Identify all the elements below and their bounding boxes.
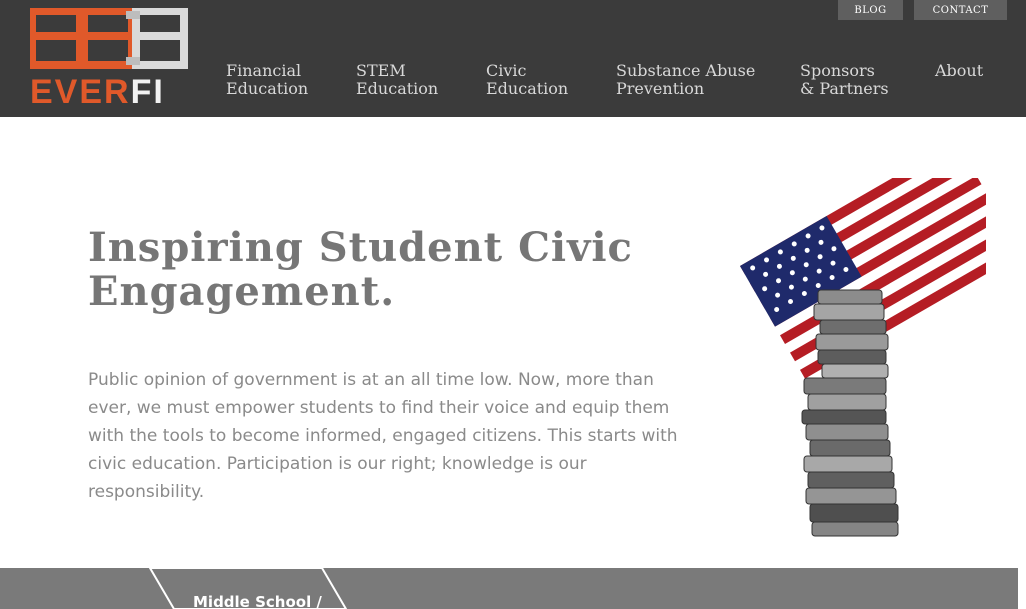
hero-title-line2: Engagement.	[88, 268, 396, 315]
site-header: EVERFI BLOG CONTACT Financial Education …	[0, 0, 1026, 117]
logo-text-fi: FI	[130, 73, 165, 111]
nav-item-substance-abuse-prevention[interactable]: Substance Abuse Prevention	[616, 62, 755, 98]
nav-item-stem-education[interactable]: STEM Education	[356, 62, 438, 98]
blog-button[interactable]: BLOG	[838, 0, 903, 20]
nav-item-about[interactable]: About	[935, 62, 983, 80]
nav-item-label-line1: STEM	[356, 61, 406, 80]
hero-title: Inspiring Student Civic Engagement.	[88, 226, 648, 314]
everfi-wordmark: EVERFI	[30, 74, 165, 110]
nav-item-label-line1: Civic	[486, 61, 527, 80]
nav-item-civic-education[interactable]: Civic Education	[486, 62, 568, 98]
nav-item-label-line1: Substance Abuse	[616, 61, 756, 80]
nav-item-label-line1: About	[935, 61, 984, 80]
nav-item-label-line2: Education	[486, 79, 569, 98]
hero-body-text: Public opinion of government is at an al…	[88, 370, 678, 502]
contact-button[interactable]: CONTACT	[914, 0, 1007, 20]
hero-title-line1: Inspiring Student Civic	[88, 224, 633, 271]
nav-item-sponsors-partners[interactable]: Sponsors & Partners	[800, 62, 889, 98]
nav-item-label-line2: Education	[226, 79, 309, 98]
nav-item-label-line1: Financial	[226, 61, 302, 80]
nav-item-label-line2: Education	[356, 79, 439, 98]
nav-item-label-line1: Sponsors	[800, 61, 875, 80]
nav-item-label-line2: Prevention	[616, 79, 705, 98]
everfi-logo[interactable]: EVERFI	[30, 8, 190, 110]
everfi-logo-mark	[30, 8, 188, 69]
logo-text-ever: EVER	[30, 73, 131, 111]
flag-and-books-illustration	[740, 178, 986, 537]
nav-item-financial-education[interactable]: Financial Education	[226, 62, 308, 98]
tab-middle-school[interactable]: Middle School /	[193, 593, 322, 609]
nav-item-label-line2: & Partners	[800, 79, 889, 98]
